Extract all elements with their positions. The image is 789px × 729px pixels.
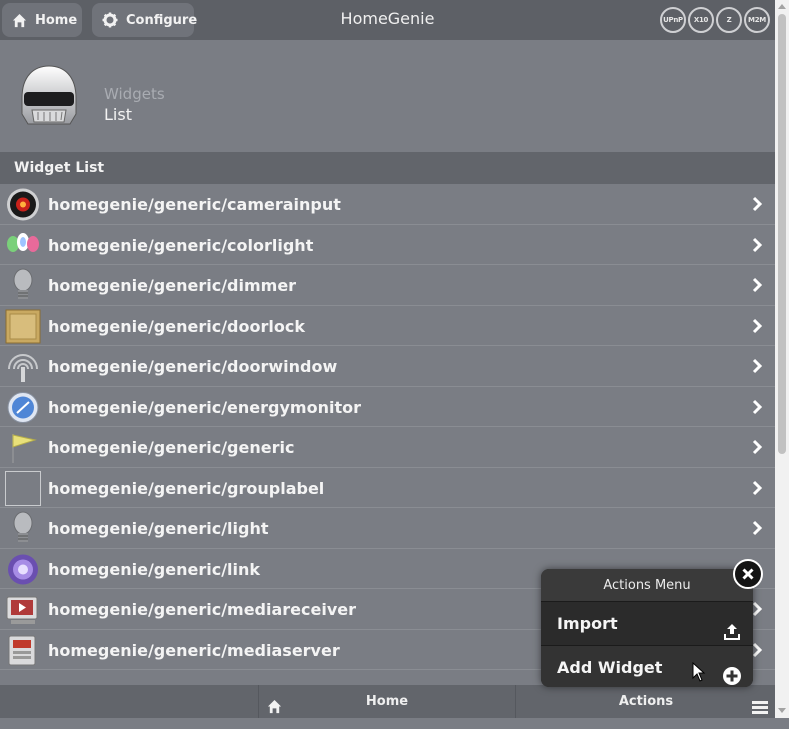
list-item[interactable]: homegenie/generic/light xyxy=(0,508,775,549)
bulb-icon xyxy=(5,268,41,303)
close-icon xyxy=(742,565,754,584)
import-button[interactable]: Import xyxy=(541,602,753,646)
zwave-icon[interactable]: Z xyxy=(716,7,742,33)
chevron-right-icon xyxy=(751,318,763,334)
scroll-up-arrow-icon[interactable] xyxy=(778,4,786,9)
chevron-right-icon xyxy=(751,480,763,496)
mediareceiver-icon xyxy=(5,592,41,627)
list-item[interactable]: homegenie/generic/generic xyxy=(0,427,775,468)
chevron-right-icon xyxy=(751,358,763,374)
top-bar: HomeGenie Home Configure UPnP X10 Z M2M xyxy=(0,0,775,40)
home-button-label: Home xyxy=(35,12,78,28)
chevron-right-icon xyxy=(751,520,763,536)
chevron-right-icon xyxy=(751,277,763,293)
list-item-label: homegenie/generic/mediaserver xyxy=(48,640,340,660)
chevron-right-icon xyxy=(751,196,763,212)
door-icon xyxy=(5,309,41,344)
list-item[interactable]: homegenie/generic/energymonitor xyxy=(0,387,775,427)
scroll-down-arrow-icon[interactable] xyxy=(778,708,786,713)
list-item-label: homegenie/generic/grouplabel xyxy=(48,478,325,498)
widget-list-header: Widget List xyxy=(0,152,775,184)
chevron-right-icon xyxy=(751,439,763,455)
bulb-icon xyxy=(5,511,41,546)
home-icon xyxy=(12,13,27,28)
plus-icon xyxy=(723,658,741,685)
list-item-label: homegenie/generic/energymonitor xyxy=(48,397,361,417)
interface-status-icons: UPnP X10 Z M2M xyxy=(660,7,770,33)
list-item-label: homegenie/generic/dimmer xyxy=(48,276,297,295)
list-item-label: homegenie/generic/link xyxy=(48,559,261,579)
scrollbar-thumb[interactable] xyxy=(778,14,786,454)
list-item-label: homegenie/generic/light xyxy=(48,519,269,538)
actions-menu-popup: Actions Menu Import Add Widget xyxy=(541,569,753,687)
close-popup-button[interactable] xyxy=(733,559,763,589)
robot-avatar-icon xyxy=(14,62,84,132)
footer-actions-label: Actions xyxy=(618,694,674,709)
home-button[interactable]: Home xyxy=(2,3,82,37)
list-item[interactable]: homegenie/generic/colorlight xyxy=(0,225,775,265)
list-item-label: homegenie/generic/doorlock xyxy=(48,316,305,336)
import-label: Import xyxy=(557,614,618,633)
list-item[interactable]: homegenie/generic/grouplabel xyxy=(0,468,775,508)
footer-home-label: Home xyxy=(365,694,409,709)
page-heading: Widgets List xyxy=(0,40,775,152)
chevron-right-icon xyxy=(751,237,763,253)
page-title: List xyxy=(104,105,132,124)
page-subtitle: Widgets xyxy=(104,85,165,103)
colorlight-icon xyxy=(5,228,41,263)
list-item-label: homegenie/generic/camerainput xyxy=(48,195,341,214)
footer-actions-tab[interactable]: Actions xyxy=(517,685,775,718)
x10-icon[interactable]: X10 xyxy=(688,7,714,33)
chevron-right-icon xyxy=(751,399,763,415)
energy-icon xyxy=(5,390,41,425)
add-widget-button[interactable]: Add Widget xyxy=(541,646,753,687)
list-item-label: homegenie/generic/mediareceiver xyxy=(48,600,357,619)
actions-menu-icon xyxy=(752,695,768,729)
add-widget-label: Add Widget xyxy=(557,658,663,677)
vertical-scrollbar[interactable] xyxy=(775,0,789,718)
list-item[interactable]: homegenie/generic/doorlock xyxy=(0,306,775,346)
list-item[interactable]: homegenie/generic/doorwindow xyxy=(0,346,775,387)
list-item-label: homegenie/generic/generic xyxy=(48,438,295,457)
configure-button[interactable]: Configure xyxy=(92,3,198,37)
list-item[interactable]: homegenie/generic/dimmer xyxy=(0,265,775,306)
upload-icon xyxy=(723,614,741,640)
flag-icon xyxy=(5,430,41,465)
m2m-icon[interactable]: M2M xyxy=(744,7,770,33)
camera-icon xyxy=(5,187,41,222)
configure-button-label: Configure xyxy=(126,12,198,28)
mouse-cursor-icon xyxy=(692,661,706,684)
bottom-bar: Home Actions xyxy=(0,685,775,718)
blank-icon xyxy=(5,470,41,506)
actions-menu-title: Actions Menu xyxy=(541,569,753,602)
list-item[interactable]: homegenie/generic/camerainput xyxy=(0,184,775,225)
footer-home-tab[interactable]: Home xyxy=(258,685,516,718)
link-icon xyxy=(5,552,41,587)
sensor-icon xyxy=(5,349,41,384)
footer-home-icon xyxy=(267,694,282,728)
list-item-label: homegenie/generic/colorlight xyxy=(48,235,314,255)
mediaserver-icon xyxy=(5,633,41,668)
list-item-label: homegenie/generic/doorwindow xyxy=(48,357,338,376)
gear-icon xyxy=(102,12,118,28)
upnp-icon[interactable]: UPnP xyxy=(660,7,686,33)
